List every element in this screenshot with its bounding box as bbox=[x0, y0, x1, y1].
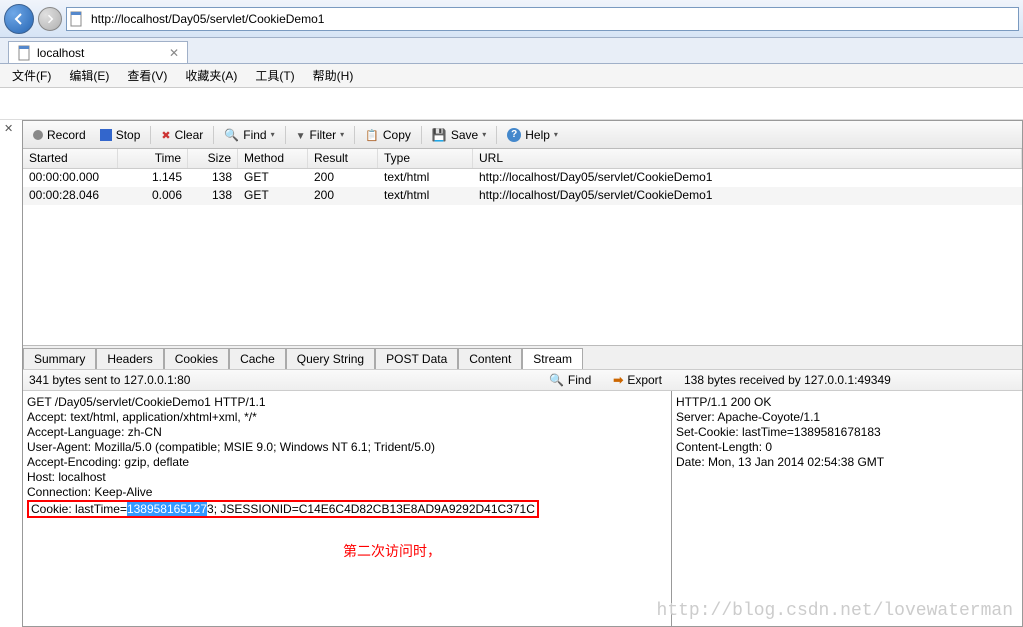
request-panel[interactable]: GET /Day05/servlet/CookieDemo1 HTTP/1.1 … bbox=[23, 391, 672, 626]
annotation-text: 第二次访问时， bbox=[343, 541, 441, 561]
find-icon bbox=[549, 373, 564, 387]
find-icon bbox=[224, 128, 239, 142]
stop-button[interactable]: Stop bbox=[94, 126, 147, 144]
filter-button[interactable]: Filter▾ bbox=[290, 126, 351, 144]
col-started[interactable]: Started bbox=[23, 149, 118, 168]
col-method[interactable]: Method bbox=[238, 149, 308, 168]
tab-bar: localhost ✕ bbox=[0, 38, 1023, 64]
chevron-down-icon: ▾ bbox=[482, 130, 486, 139]
page-content-area bbox=[0, 88, 1023, 120]
chevron-down-icon: ▾ bbox=[271, 130, 275, 139]
tab-close-icon[interactable]: ✕ bbox=[169, 46, 179, 60]
save-icon bbox=[432, 128, 447, 142]
menu-help[interactable]: 帮助(H) bbox=[305, 65, 362, 86]
tab-postdata[interactable]: POST Data bbox=[375, 348, 458, 369]
close-panel-icon[interactable]: ✕ bbox=[4, 122, 13, 135]
cookie-value-selection: 138958165127 bbox=[127, 502, 207, 516]
browser-tab[interactable]: localhost ✕ bbox=[8, 41, 188, 63]
copy-icon bbox=[365, 128, 379, 142]
col-time[interactable]: Time bbox=[118, 149, 188, 168]
stop-icon bbox=[100, 129, 112, 141]
debugger-panel: ✕ ch Professional 4.1 Record Stop Clear … bbox=[0, 120, 1023, 627]
export-button[interactable]: Export bbox=[607, 371, 668, 389]
grid-empty-area bbox=[23, 205, 1022, 345]
back-button[interactable] bbox=[4, 4, 34, 34]
find-button[interactable]: Find▾ bbox=[218, 126, 280, 144]
menu-view[interactable]: 查看(V) bbox=[119, 65, 175, 86]
tab-headers[interactable]: Headers bbox=[96, 348, 163, 369]
col-result[interactable]: Result bbox=[308, 149, 378, 168]
menu-tools[interactable]: 工具(T) bbox=[247, 65, 302, 86]
filter-icon bbox=[296, 128, 306, 142]
tab-stream[interactable]: Stream bbox=[522, 348, 583, 369]
table-row[interactable]: 00:00:28.046 0.006 138 GET 200 text/html… bbox=[23, 187, 1022, 205]
grid-header: Started Time Size Method Result Type URL bbox=[23, 149, 1022, 169]
find-in-stream-button[interactable]: Find bbox=[543, 371, 597, 389]
address-input-wrap[interactable] bbox=[66, 7, 1019, 31]
export-icon bbox=[613, 373, 623, 387]
help-button[interactable]: ?Help▾ bbox=[501, 126, 564, 144]
tab-querystring[interactable]: Query String bbox=[286, 348, 375, 369]
cookie-line-highlight: Cookie: lastTime=1389581651273; JSESSION… bbox=[27, 500, 539, 518]
page-icon bbox=[69, 11, 85, 27]
arrow-right-icon bbox=[44, 13, 56, 25]
table-row[interactable]: 00:00:00.000 1.145 138 GET 200 text/html… bbox=[23, 169, 1022, 187]
record-button[interactable]: Record bbox=[27, 126, 92, 144]
menu-bar: 文件(F) 编辑(E) 查看(V) 收藏夹(A) 工具(T) 帮助(H) bbox=[0, 64, 1023, 88]
col-type[interactable]: Type bbox=[378, 149, 473, 168]
chevron-down-icon: ▾ bbox=[340, 130, 344, 139]
clear-icon bbox=[161, 128, 170, 142]
copy-button[interactable]: Copy bbox=[359, 126, 417, 144]
response-panel[interactable]: HTTP/1.1 200 OK Server: Apache-Coyote/1.… bbox=[672, 391, 1022, 626]
menu-favorites[interactable]: 收藏夹(A) bbox=[177, 65, 245, 86]
stream-panels: GET /Day05/servlet/CookieDemo1 HTTP/1.1 … bbox=[23, 391, 1022, 626]
col-url[interactable]: URL bbox=[473, 149, 1022, 168]
record-icon bbox=[33, 130, 43, 140]
debugger-toolbar: Record Stop Clear Find▾ Filter▾ Copy Sav… bbox=[23, 121, 1022, 149]
tab-title: localhost bbox=[37, 46, 84, 60]
url-input[interactable] bbox=[89, 10, 1016, 28]
bytes-received-label: 138 bytes received by 127.0.0.1:49349 bbox=[676, 373, 1016, 387]
status-row: 341 bytes sent to 127.0.0.1:80 Find Expo… bbox=[23, 369, 1022, 391]
tab-summary[interactable]: Summary bbox=[23, 348, 96, 369]
forward-button[interactable] bbox=[38, 7, 62, 31]
bytes-sent-label: 341 bytes sent to 127.0.0.1:80 bbox=[29, 373, 535, 387]
menu-edit[interactable]: 编辑(E) bbox=[61, 65, 117, 86]
arrow-left-icon bbox=[11, 11, 27, 27]
grid-body: 00:00:00.000 1.145 138 GET 200 text/html… bbox=[23, 169, 1022, 205]
menu-file[interactable]: 文件(F) bbox=[4, 65, 59, 86]
save-button[interactable]: Save▾ bbox=[426, 126, 492, 144]
help-icon: ? bbox=[507, 128, 521, 142]
page-icon bbox=[17, 45, 33, 61]
detail-tabs: Summary Headers Cookies Cache Query Stri… bbox=[23, 345, 1022, 369]
request-grid: Started Time Size Method Result Type URL… bbox=[23, 149, 1022, 345]
tab-content[interactable]: Content bbox=[458, 348, 522, 369]
tab-cookies[interactable]: Cookies bbox=[164, 348, 229, 369]
chevron-down-icon: ▾ bbox=[554, 130, 558, 139]
clear-button[interactable]: Clear bbox=[155, 126, 209, 144]
tab-cache[interactable]: Cache bbox=[229, 348, 286, 369]
col-size[interactable]: Size bbox=[188, 149, 238, 168]
side-label: ch Professional 4.1 bbox=[0, 525, 2, 619]
address-bar bbox=[0, 0, 1023, 38]
